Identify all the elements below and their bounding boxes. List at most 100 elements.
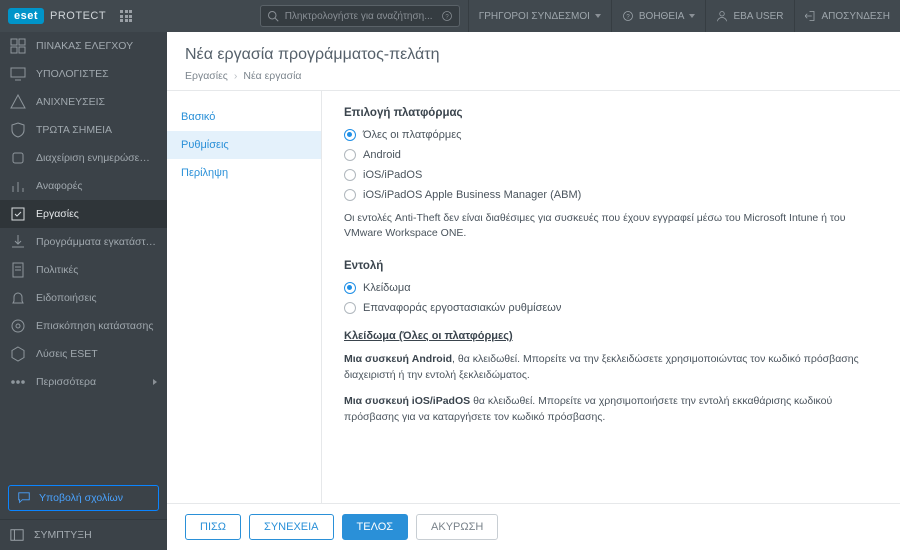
search-box[interactable]: ? [260, 5, 460, 27]
footer-bar: ΠΙΣΩ ΣΥΝΕΧΕΙΑ ΤΕΛΟΣ ΑΚΥΡΩΣΗ [167, 503, 900, 550]
platform-option-android[interactable]: Android [344, 149, 878, 161]
radio-icon [344, 302, 356, 314]
sidebar-item-solutions[interactable]: Λύσεις ESET [0, 340, 167, 368]
platform-option-ios[interactable]: iOS/iPadOS [344, 169, 878, 181]
sidebar-item-label: Εργασίες [36, 208, 157, 220]
chevron-down-icon [595, 14, 601, 18]
computer-icon [10, 66, 26, 82]
installer-icon [10, 234, 26, 250]
platform-option-label: iOS/iPadOS [363, 169, 422, 181]
status-icon [10, 318, 26, 334]
bell-icon [10, 290, 26, 306]
wizard-step-settings[interactable]: Ρυθμίσεις [167, 131, 321, 159]
patch-icon [10, 150, 26, 166]
search-icon [267, 10, 279, 22]
finish-button[interactable]: ΤΕΛΟΣ [342, 514, 409, 540]
search-input[interactable] [285, 11, 435, 22]
user-label: EBA USER [733, 11, 783, 22]
help-label: ΒΟΗΘΕΙΑ [639, 11, 685, 22]
svg-text:?: ? [626, 14, 630, 20]
chevron-down-icon [689, 14, 695, 18]
warning-icon [10, 94, 26, 110]
detail-paragraph-ios: Μια συσκευή iOS/iPadOS θα κλειδωθεί. Μπο… [344, 394, 878, 426]
detail-heading: Κλείδωμα (Όλες οι πλατφόρμες) [344, 330, 878, 342]
logo-eset: eset [8, 8, 44, 24]
platform-option-label: Android [363, 149, 401, 161]
chevron-right-icon [153, 379, 157, 385]
command-section-title: Εντολή [344, 260, 878, 272]
dashboard-icon [10, 38, 26, 54]
page-title: Νέα εργασία προγράμματος-πελάτη [185, 46, 882, 64]
radio-icon [344, 149, 356, 161]
more-icon [10, 374, 26, 390]
command-option-lock[interactable]: Κλείδωμα [344, 282, 878, 294]
sidebar-item-label: ΑΝΙΧΝΕΥΣΕΙΣ [36, 96, 157, 108]
radio-icon [344, 282, 356, 294]
tasks-icon [10, 206, 26, 222]
sidebar-item-computers[interactable]: ΥΠΟΛΟΓΙΣΤΕΣ [0, 60, 167, 88]
back-button[interactable]: ΠΙΣΩ [185, 514, 241, 540]
cancel-button[interactable]: ΑΚΥΡΩΣΗ [416, 514, 498, 540]
sidebar-item-label: ΤΡΩΤΑ ΣΗΜΕΙΑ [36, 124, 157, 136]
sidebar-item-label: Προγράμματα εγκατάστασης [36, 236, 157, 248]
sidebar-item-patch[interactable]: Διαχείριση ενημερώσεων κ... [0, 144, 167, 172]
sidebar-item-label: Πολιτικές [36, 264, 157, 276]
sidebar-item-label: ΥΠΟΛΟΓΙΣΤΕΣ [36, 68, 157, 80]
platform-option-label: iOS/iPadOS Apple Business Manager (ABM) [363, 189, 581, 201]
search-hint-icon: ? [441, 10, 453, 22]
radio-icon [344, 129, 356, 141]
brand-area: eset PROTECT [0, 8, 140, 24]
radio-icon [344, 189, 356, 201]
sidebar-item-label: Αναφορές [36, 180, 157, 192]
sidebar-item-more[interactable]: Περισσότερα [0, 368, 167, 396]
apps-icon[interactable] [120, 10, 132, 22]
collapse-button[interactable]: ΣΥΜΠΤΥΞΗ [0, 519, 167, 550]
help-icon: ? [622, 10, 634, 22]
detail-paragraph-android: Μια συσκευή Android, θα κλειδωθεί. Μπορε… [344, 352, 878, 384]
platform-option-ios-abm[interactable]: iOS/iPadOS Apple Business Manager (ABM) [344, 189, 878, 201]
sidebar-item-label: Επισκόπηση κατάστασης [36, 320, 157, 332]
wizard-nav: Βασικό Ρυθμίσεις Περίληψη [167, 91, 322, 503]
command-option-factory-reset[interactable]: Επαναφοράς εργοστασιακών ρυθμίσεων [344, 302, 878, 314]
sidebar-item-tasks[interactable]: Εργασίες [0, 200, 167, 228]
sidebar-item-status[interactable]: Επισκόπηση κατάστασης [0, 312, 167, 340]
continue-button[interactable]: ΣΥΝΕΧΕΙΑ [249, 514, 333, 540]
sidebar-item-label: Περισσότερα [36, 376, 143, 388]
collapse-icon [10, 528, 24, 542]
radio-icon [344, 169, 356, 181]
shield-icon [10, 122, 26, 138]
wizard-step-basic[interactable]: Βασικό [167, 103, 321, 131]
logout-button[interactable]: ΑΠΟΣΥΝΔΕΣΗ [794, 0, 900, 32]
feedback-label: Υποβολή σχολίων [39, 492, 123, 504]
sidebar-item-detections[interactable]: ΑΝΙΧΝΕΥΣΕΙΣ [0, 88, 167, 116]
sidebar-item-notifications[interactable]: Ειδοποιήσεις [0, 284, 167, 312]
platform-note: Οι εντολές Anti-Theft δεν είναι διαθέσιμ… [344, 211, 878, 240]
svg-text:?: ? [445, 14, 449, 20]
quick-links-menu[interactable]: ΓΡΗΓΟΡΟΙ ΣΥΝΔΕΣΜΟΙ [468, 0, 611, 32]
breadcrumb-root[interactable]: Εργασίες [185, 70, 228, 82]
sidebar: ΠΙΝΑΚΑΣ ΕΛΕΓΧΟΥ ΥΠΟΛΟΓΙΣΤΕΣ ΑΝΙΧΝΕΥΣΕΙΣ … [0, 32, 167, 550]
command-option-label: Κλείδωμα [363, 282, 411, 294]
chevron-right-icon: › [234, 70, 238, 82]
sidebar-item-policies[interactable]: Πολιτικές [0, 256, 167, 284]
hex-icon [10, 346, 26, 362]
policy-icon [10, 262, 26, 278]
product-name: PROTECT [50, 10, 106, 22]
wizard-step-summary[interactable]: Περίληψη [167, 159, 321, 187]
sidebar-item-reports[interactable]: Αναφορές [0, 172, 167, 200]
platform-option-label: Όλες οι πλατφόρμες [363, 129, 461, 141]
logout-label: ΑΠΟΣΥΝΔΕΣΗ [822, 11, 891, 22]
sidebar-item-installers[interactable]: Προγράμματα εγκατάστασης [0, 228, 167, 256]
help-menu[interactable]: ? ΒΟΗΘΕΙΑ [611, 0, 706, 32]
command-option-label: Επαναφοράς εργοστασιακών ρυθμίσεων [363, 302, 561, 314]
collapse-label: ΣΥΜΠΤΥΞΗ [34, 529, 92, 541]
user-menu[interactable]: EBA USER [705, 0, 793, 32]
feedback-button[interactable]: Υποβολή σχολίων [8, 485, 159, 511]
sidebar-item-vulnerabilities[interactable]: ΤΡΩΤΑ ΣΗΜΕΙΑ [0, 116, 167, 144]
chart-icon [10, 178, 26, 194]
breadcrumb: Εργασίες › Νέα εργασία [185, 70, 882, 82]
platform-option-all[interactable]: Όλες οι πλατφόρμες [344, 129, 878, 141]
quick-links-label: ΓΡΗΓΟΡΟΙ ΣΥΝΔΕΣΜΟΙ [479, 11, 590, 22]
comment-icon [17, 491, 31, 505]
sidebar-item-dashboard[interactable]: ΠΙΝΑΚΑΣ ΕΛΕΓΧΟΥ [0, 32, 167, 60]
